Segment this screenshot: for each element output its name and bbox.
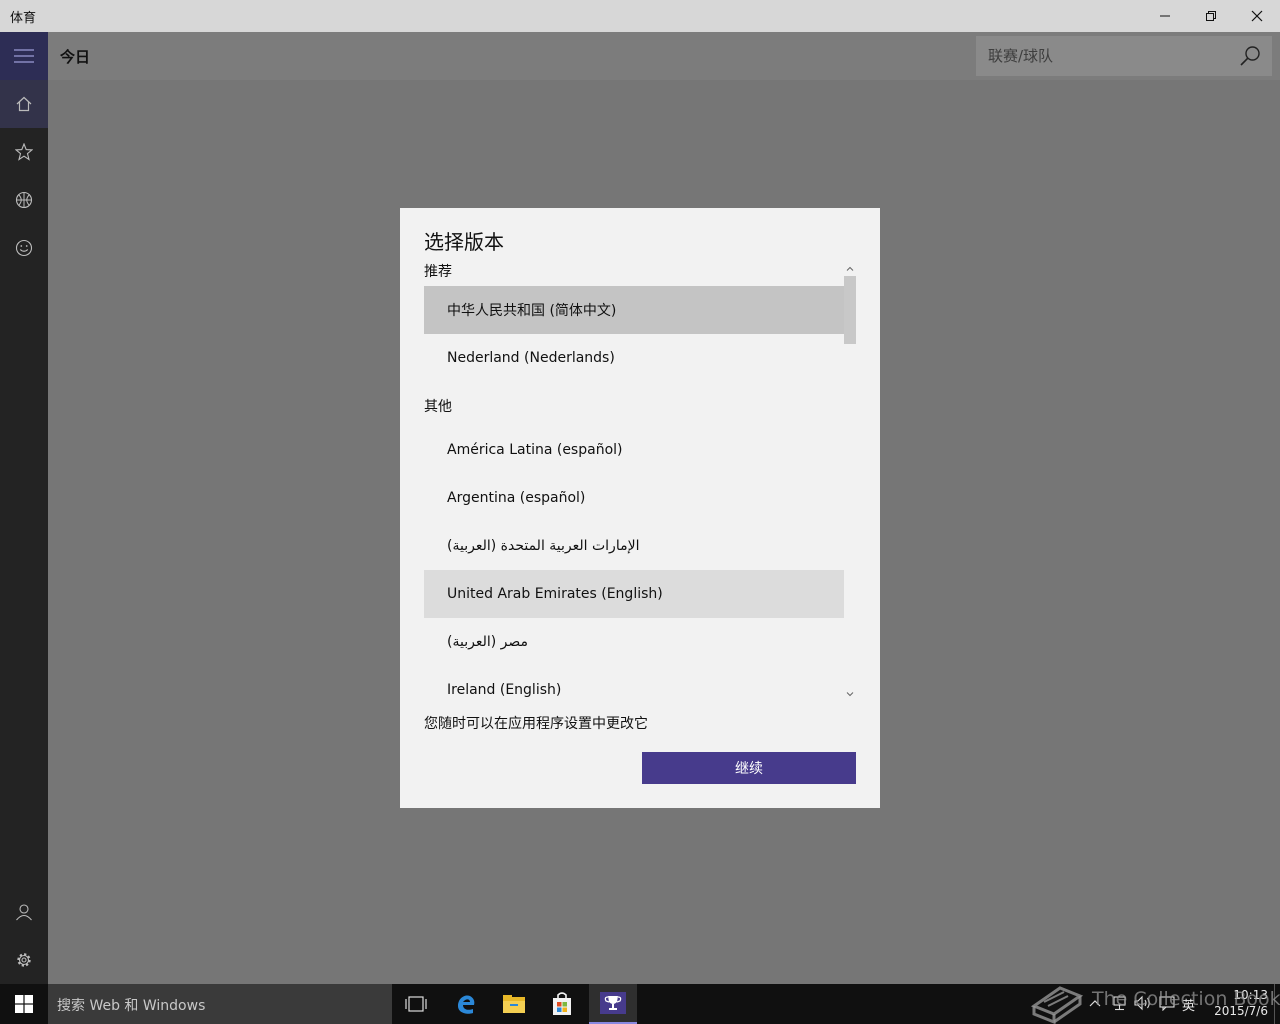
header-bar: 今日 [48, 32, 1280, 80]
list-item[interactable]: 中华人民共和国 (简体中文) [424, 286, 844, 334]
person-icon [16, 904, 32, 921]
search-box [976, 36, 1272, 76]
app-title: 体育 [10, 11, 37, 26]
watermark-text: The Collection Book [1092, 988, 1280, 1010]
dialog-title: 选择版本 [424, 230, 504, 254]
continue-button[interactable]: 继续 [642, 752, 856, 784]
chevron-down-icon [846, 691, 854, 696]
star-icon [15, 143, 33, 161]
list-item[interactable]: Ireland (English) [424, 666, 844, 706]
choose-edition-dialog: 选择版本 推荐 中华人民共和国 (简体中文) Nederland (Nederl… [400, 208, 880, 808]
list-item[interactable]: América Latina (español) [424, 426, 844, 474]
settings-hint: 您随时可以在应用程序设置中更改它 [424, 716, 648, 732]
store-icon [553, 992, 571, 1015]
sidebar [0, 32, 48, 984]
taskbar-search-box[interactable]: 搜索 Web 和 Windows [48, 984, 392, 1024]
home-icon [16, 96, 32, 112]
restore-icon [1206, 11, 1216, 21]
chevron-up-icon [846, 266, 854, 271]
restore-button[interactable] [1188, 0, 1234, 32]
section-header-recommended: 推荐 [424, 264, 452, 280]
windows-logo-icon [15, 995, 33, 1013]
list-item[interactable]: مصر (العربية) [424, 618, 844, 666]
sidebar-item-sports[interactable] [0, 176, 48, 224]
taskbar-search-text: 搜索 Web 和 Windows [57, 998, 206, 1014]
search-icon [1240, 46, 1260, 66]
store-button[interactable] [538, 984, 586, 1024]
list-item[interactable]: Argentina (español) [424, 474, 844, 522]
title-bar: 体育 [0, 0, 1280, 32]
task-view-button[interactable] [392, 984, 440, 1024]
hamburger-menu-button[interactable] [0, 32, 48, 80]
book-icon [1030, 986, 1084, 1024]
scroll-down-arrow[interactable] [844, 688, 856, 700]
edge-button[interactable] [442, 984, 490, 1024]
page-title: 今日 [60, 48, 91, 66]
minimize-icon [1160, 15, 1170, 17]
list-item[interactable]: United Arab Emirates (English) [424, 570, 844, 618]
watermark: The Collection Book [1030, 972, 1280, 1024]
sidebar-item-settings[interactable] [0, 936, 48, 984]
minimize-button[interactable] [1142, 0, 1188, 32]
sidebar-item-home[interactable] [0, 80, 48, 128]
edition-list[interactable]: 推荐 中华人民共和国 (简体中文) Nederland (Nederlands)… [424, 258, 856, 706]
menu-icon [14, 49, 34, 63]
basketball-icon [15, 191, 33, 209]
sports-app-icon [600, 992, 626, 1014]
close-button[interactable] [1234, 0, 1280, 32]
start-button[interactable] [0, 984, 48, 1024]
list-item[interactable]: الإمارات العربية المتحدة (العربية) [424, 522, 844, 570]
edge-icon [458, 995, 475, 1014]
scroll-up-arrow[interactable] [844, 262, 856, 274]
scrollbar-thumb[interactable] [844, 276, 856, 344]
file-explorer-icon [503, 995, 525, 1013]
sidebar-item-favorites[interactable] [0, 128, 48, 176]
sports-app-button[interactable] [589, 984, 637, 1024]
close-icon [1251, 10, 1263, 22]
search-button[interactable] [1228, 36, 1272, 76]
sidebar-item-account[interactable] [0, 888, 48, 936]
gear-icon [17, 953, 31, 967]
sidebar-item-fun[interactable] [0, 224, 48, 272]
search-input[interactable] [976, 36, 1226, 76]
task-view-icon [405, 996, 427, 1012]
file-explorer-button[interactable] [490, 984, 538, 1024]
list-item[interactable]: Nederland (Nederlands) [424, 334, 844, 382]
section-header-other: 其他 [424, 399, 452, 415]
smiley-icon [15, 239, 33, 257]
